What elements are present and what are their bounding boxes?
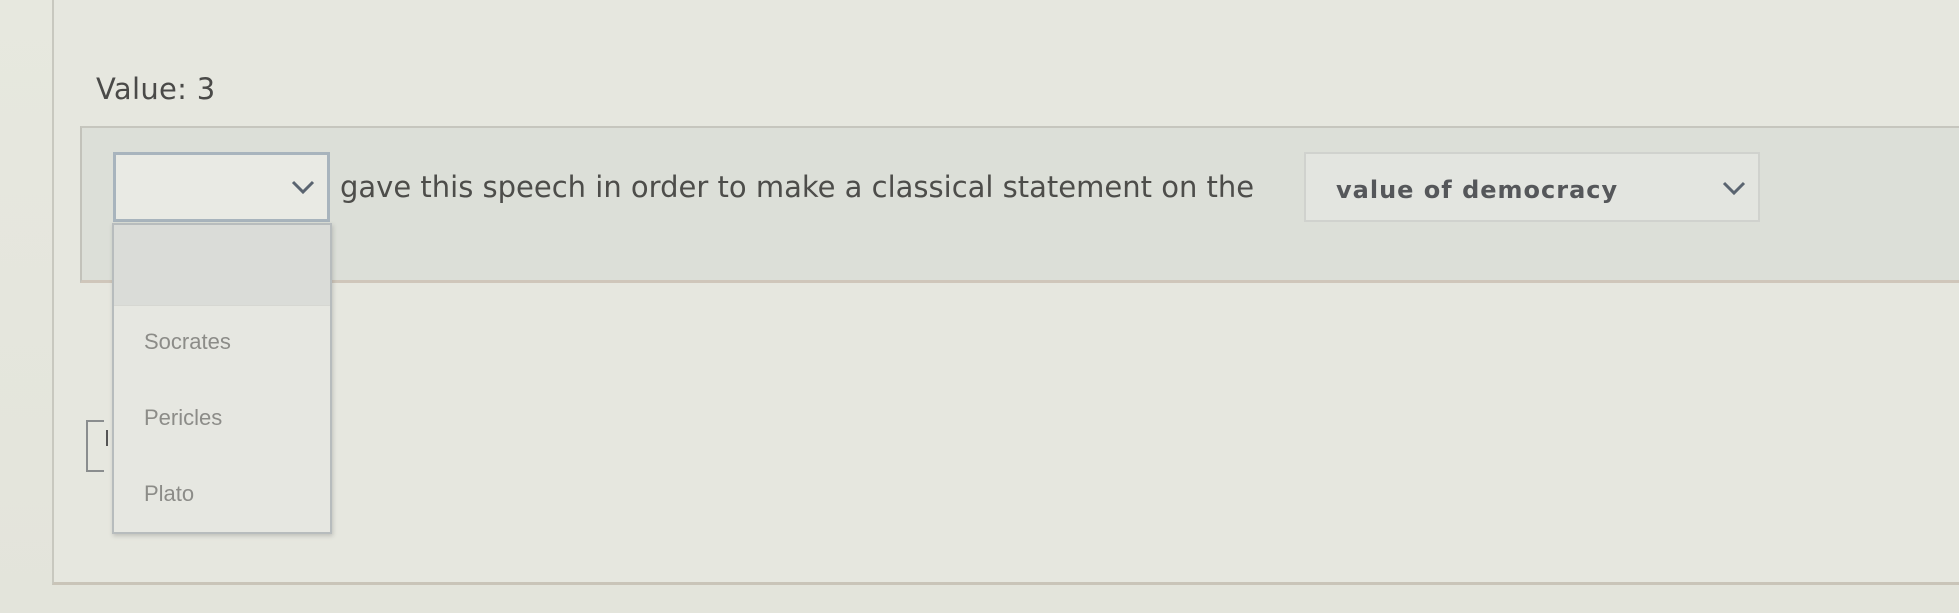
dropdown-option-pericles[interactable]: Pericles [144, 405, 222, 431]
page: Value: 3 gave this speech in order to ma… [0, 0, 1959, 613]
speaker-select[interactable] [113, 152, 330, 222]
topic-select-value: value of democracy [1336, 176, 1619, 204]
question-statement: gave this speech in order to make a clas… [340, 170, 1255, 204]
chevron-down-icon [291, 180, 315, 195]
text-cursor [106, 430, 108, 446]
topic-select[interactable]: value of democracy [1304, 152, 1760, 222]
value-label: Value: 3 [96, 72, 216, 106]
chevron-down-icon [1722, 181, 1746, 196]
dropdown-option-blank[interactable] [114, 225, 330, 306]
dropdown-option-socrates[interactable]: Socrates [144, 329, 231, 355]
dropdown-option-plato[interactable]: Plato [144, 481, 194, 507]
speaker-dropdown-list: Socrates Pericles Plato [112, 223, 332, 534]
question-card [52, 0, 1959, 585]
partial-control-frame [86, 420, 104, 472]
